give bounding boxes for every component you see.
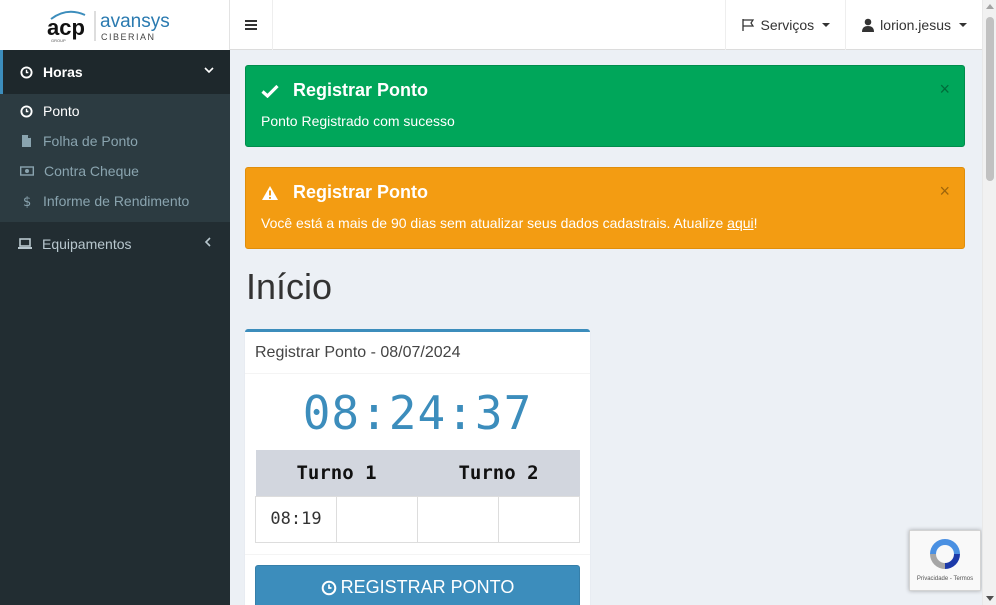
- clock-icon: [321, 580, 336, 595]
- register-card: Registrar Ponto - 08/07/2024 08:24:37 Tu…: [245, 329, 590, 605]
- check-icon: [261, 84, 279, 98]
- user-menu[interactable]: lorion.jesus: [845, 0, 982, 50]
- services-label: Serviços: [760, 17, 815, 33]
- caret-down-icon: [959, 23, 967, 27]
- sidebar-item-ponto[interactable]: Ponto: [0, 96, 230, 126]
- file-icon: [22, 135, 31, 147]
- company-logo-icon: acp GROUP avansys CIBERIAN: [47, 10, 170, 43]
- close-icon[interactable]: ×: [939, 80, 950, 98]
- dollar-icon: $: [23, 195, 31, 208]
- table-cell: [417, 495, 499, 543]
- svg-text:acp: acp: [47, 15, 85, 40]
- recaptcha-badge[interactable]: Privacidade - Termos: [909, 530, 981, 591]
- hamburger-icon: [245, 20, 257, 30]
- svg-text:CIBERIAN: CIBERIAN: [101, 32, 156, 42]
- update-data-link[interactable]: aqui: [727, 215, 753, 231]
- recaptcha-icon: [930, 539, 960, 569]
- register-button-label: REGISTRAR PONTO: [340, 577, 515, 597]
- caret-down-icon: [822, 23, 831, 27]
- sidebar: Horas Ponto Folha de Ponto Contra Cheque…: [0, 50, 230, 605]
- scroll-thumb[interactable]: [986, 17, 994, 181]
- scroll-up-icon[interactable]: [986, 4, 994, 9]
- top-navbar: Serviços lorion.jesus: [230, 0, 982, 50]
- sidebar-group-label: Horas: [43, 64, 83, 80]
- sidebar-group-horas[interactable]: Horas: [0, 50, 230, 94]
- table-header: Turno 1: [255, 450, 418, 496]
- sidebar-item-label: Folha de Ponto: [43, 133, 138, 149]
- success-alert: Registrar Ponto Ponto Registrado com suc…: [245, 65, 965, 147]
- flag-icon: [742, 19, 755, 31]
- scroll-down-icon[interactable]: [986, 596, 994, 601]
- alert-message: Ponto Registrado com sucesso: [261, 113, 455, 129]
- register-button[interactable]: REGISTRAR PONTO: [255, 564, 580, 605]
- card-footer: REGISTRAR PONTO: [245, 553, 590, 605]
- svg-text:avansys: avansys: [100, 11, 170, 32]
- chevron-down-icon: [204, 67, 214, 74]
- digital-clock: 08:24:37: [302, 386, 533, 440]
- sidebar-item-label: Ponto: [43, 103, 80, 119]
- money-icon: [20, 166, 34, 176]
- table-cell: [336, 495, 418, 543]
- alert-title: Registrar Ponto: [261, 182, 928, 203]
- clock-icon: [20, 65, 33, 79]
- table-cell: [498, 495, 580, 543]
- svg-text:$: $: [23, 195, 31, 208]
- recaptcha-links: Privacidade - Termos: [916, 576, 974, 582]
- svg-text:GROUP: GROUP: [51, 38, 66, 43]
- clock-icon: [20, 104, 33, 118]
- sidebar-group-label: Equipamentos: [42, 236, 132, 252]
- sidebar-item-contra-cheque[interactable]: Contra Cheque: [0, 156, 230, 186]
- services-menu[interactable]: Serviços: [725, 0, 845, 50]
- shifts-table: Turno 1 Turno 2 08:19: [255, 450, 580, 543]
- page-scrollbar[interactable]: [982, 0, 996, 605]
- card-title: Registrar Ponto - 08/07/2024: [245, 332, 590, 374]
- table-header: Turno 2: [417, 450, 580, 496]
- sidebar-item-label: Contra Cheque: [44, 163, 139, 179]
- username-label: lorion.jesus: [880, 17, 951, 33]
- sidebar-item-informe-de-rendimento[interactable]: $ Informe de Rendimento: [0, 186, 230, 216]
- warning-icon: [262, 185, 278, 200]
- sidebar-submenu: Ponto Folha de Ponto Contra Cheque $ Inf…: [0, 94, 230, 222]
- sidebar-toggle-button[interactable]: [230, 0, 273, 50]
- brand-logo[interactable]: acp GROUP avansys CIBERIAN: [0, 0, 230, 50]
- table-cell: 08:19: [255, 495, 337, 543]
- laptop-icon: [18, 238, 32, 249]
- page-title: Início: [246, 266, 333, 307]
- close-icon[interactable]: ×: [939, 182, 950, 200]
- user-icon: [862, 18, 875, 32]
- alert-title: Registrar Ponto: [261, 80, 928, 101]
- warning-alert: Registrar Ponto Você está a mais de 90 d…: [245, 167, 965, 249]
- sidebar-group-equipamentos[interactable]: Equipamentos: [0, 222, 230, 266]
- alert-message: Você está a mais de 90 dias sem atualiza…: [261, 215, 758, 231]
- main-content: Registrar Ponto Ponto Registrado com suc…: [245, 65, 965, 605]
- sidebar-item-folha-de-ponto[interactable]: Folha de Ponto: [0, 126, 230, 156]
- chevron-left-icon: [204, 237, 211, 247]
- table-row: 08:19: [255, 495, 580, 543]
- sidebar-item-label: Informe de Rendimento: [43, 193, 190, 209]
